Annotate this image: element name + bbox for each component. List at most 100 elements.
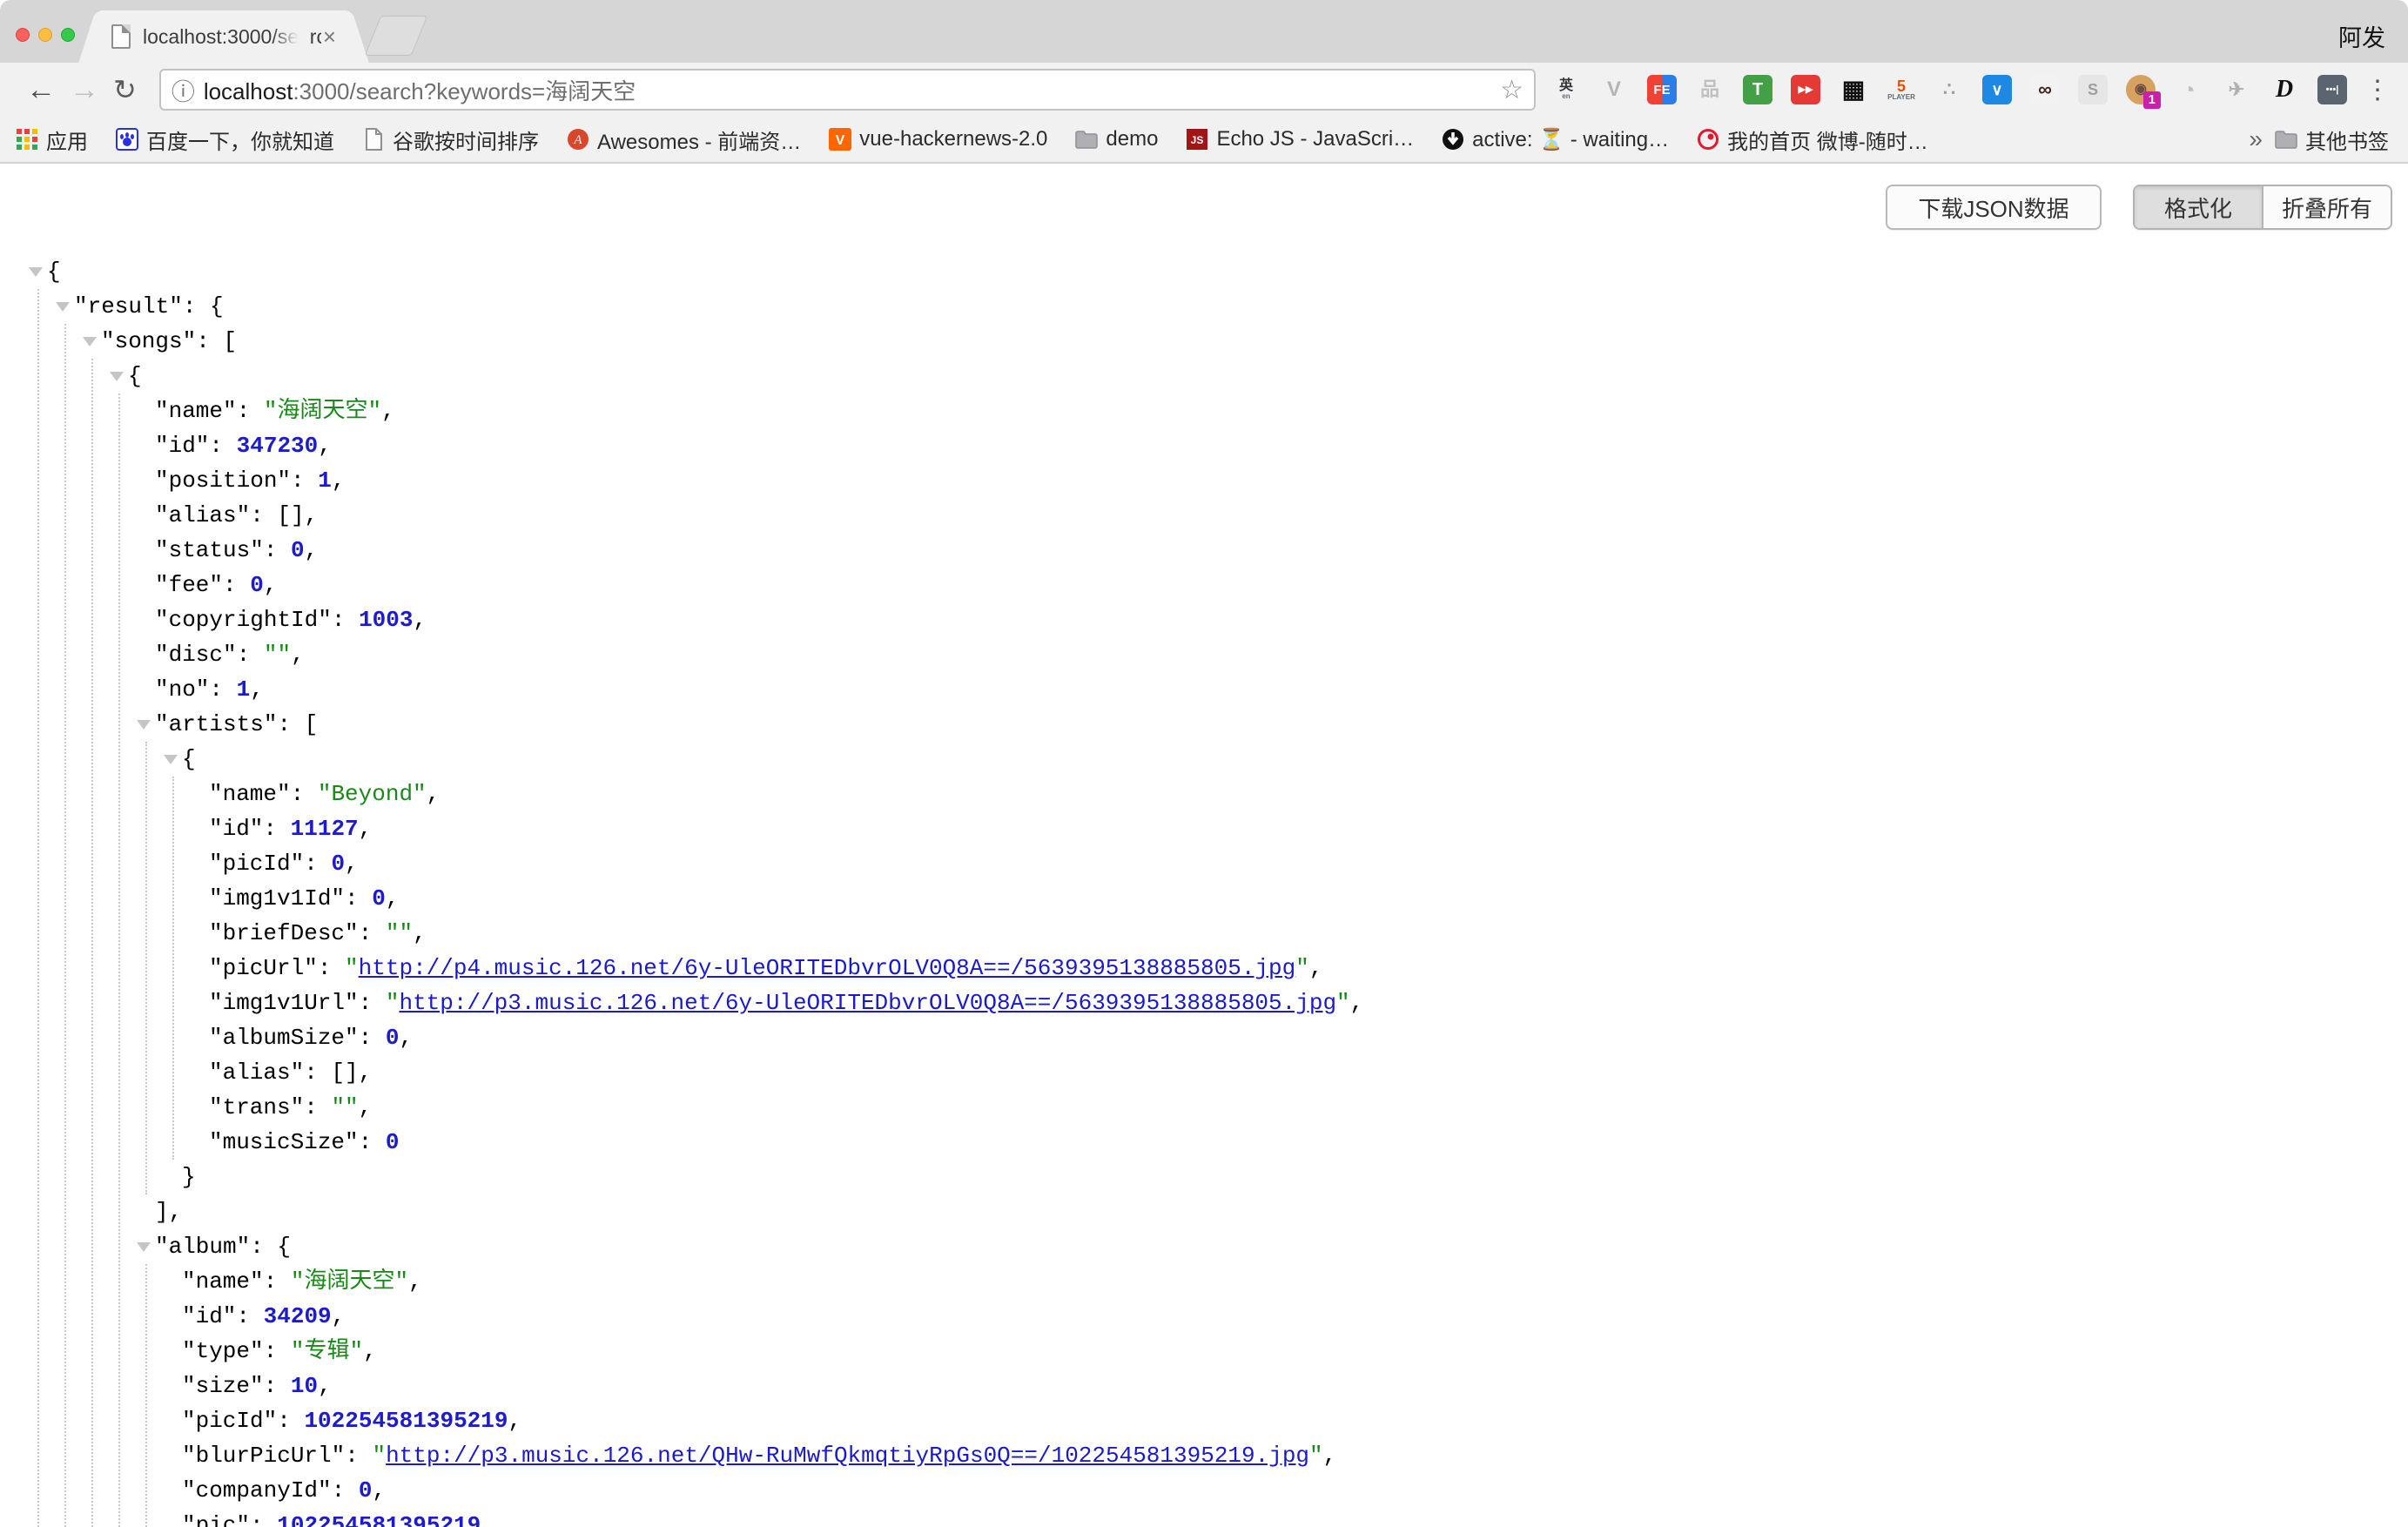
json-token: "name" (182, 1268, 264, 1295)
json-token: , (318, 433, 332, 459)
json-line: "fee": 0, (0, 568, 2408, 602)
close-window-button[interactable] (16, 28, 30, 42)
json-line: } (0, 1160, 2408, 1194)
qr-code-icon[interactable]: ▦ (1839, 75, 1868, 104)
profile-name[interactable]: 阿发 (2338, 19, 2385, 53)
collapse-triangle-icon[interactable] (164, 755, 178, 764)
weibo-icon (1697, 128, 1719, 151)
onepassword-icon[interactable]: •••| (2317, 75, 2347, 104)
bookmark-label: Awesomes - 前端资… (597, 124, 801, 155)
collapse-triangle-icon[interactable] (56, 302, 70, 312)
json-token: ], (155, 1199, 182, 1225)
json-token: "briefDesc" (209, 920, 359, 946)
json-line: "alias": [], (0, 498, 2408, 533)
json-token: , (481, 1512, 494, 1527)
bookmark-item[interactable]: AAwesomes - 前端资… (567, 124, 801, 155)
paw-icon[interactable]: ∴ (1934, 75, 1964, 104)
json-token: , (413, 607, 427, 633)
json-token: : (264, 537, 291, 563)
new-tab-button[interactable] (365, 16, 428, 56)
pocket-icon[interactable]: ∨ (1982, 75, 2012, 104)
s-icon[interactable]: S (2078, 75, 2108, 104)
back-button[interactable]: ← (26, 75, 56, 104)
json-line: "size": 10, (0, 1369, 2408, 1403)
json-token: : [ (196, 328, 237, 354)
weibo-eye-icon[interactable]: ◔ (2174, 75, 2203, 104)
json-line: "status": 0, (0, 533, 2408, 568)
tab-close-icon[interactable]: × (323, 25, 336, 48)
bookmarks-overflow-chevron[interactable]: » (2236, 125, 2275, 153)
json-token: "专辑" (291, 1338, 363, 1364)
bookmark-star-icon[interactable]: ☆ (1500, 75, 1523, 105)
zoom-window-button[interactable] (61, 28, 75, 42)
address-bar[interactable]: ⓘ localhost:3000/search?keywords=海阔天空 ☆ (159, 69, 1536, 111)
bookmark-item[interactable]: demo (1075, 127, 1158, 151)
html5-player-icon[interactable]: 5PLAYER (1887, 75, 1916, 104)
json-line: "result": { (0, 289, 2408, 324)
json-link[interactable]: http://p3.music.126.net/QHw-RuMwfQkmqtiy… (386, 1443, 1309, 1469)
json-token: , (291, 642, 305, 668)
json-token: 1003 (359, 607, 413, 633)
json-line: "alias": [], (0, 1055, 2408, 1090)
json-token: "fee" (155, 572, 223, 598)
json-token: : (250, 1512, 277, 1527)
json-token: 1 (318, 468, 332, 494)
bookmark-item[interactable]: 百度一下，你就知道 (116, 124, 334, 155)
minimize-window-button[interactable] (38, 28, 52, 42)
json-token: : (291, 781, 318, 807)
d-letter-icon[interactable]: D (2270, 75, 2299, 104)
mask-json-icon[interactable]: ∞ (2030, 75, 2060, 104)
json-line: "pic": 102254581395219, (0, 1508, 2408, 1527)
forward-button[interactable]: → (70, 75, 99, 104)
page-info-icon[interactable]: ⓘ (172, 73, 195, 107)
browser-tab[interactable]: localhost:3000/search?keywo × (98, 10, 350, 63)
json-token: , (305, 537, 319, 563)
json-line: "musicSize": 0 (0, 1125, 2408, 1160)
json-token: "alias" (209, 1059, 304, 1086)
collapse-triangle-icon[interactable] (137, 1242, 151, 1252)
json-token: "position" (155, 468, 291, 494)
hummingbird-icon[interactable]: ✈ (2222, 75, 2251, 104)
json-token: "id" (182, 1303, 236, 1329)
bookmark-item[interactable]: 谷歌按时间排序 (362, 124, 539, 155)
json-token: "status" (155, 537, 264, 563)
sitemap-icon-glyph: 品 (1700, 80, 1719, 99)
collapse-triangle-icon[interactable] (137, 720, 151, 730)
collapse-triangle-icon[interactable] (29, 267, 43, 277)
vue-icon-glyph: V (1607, 79, 1621, 100)
json-token: "id" (155, 433, 209, 459)
bookmark-item[interactable]: JSEcho JS - JavaScri… (1186, 127, 1414, 151)
json-token: "name" (209, 781, 291, 807)
fehelper-icon[interactable]: FE (1647, 75, 1677, 104)
reload-button[interactable]: ↻ (113, 76, 137, 104)
bookmark-item[interactable]: active: ⏳ - waiting… (1442, 127, 1669, 152)
json-token: " (1295, 955, 1309, 981)
json-token: "海阔天空" (264, 398, 381, 424)
monkey-icon[interactable]: ◉1 (2126, 75, 2156, 104)
json-link[interactable]: http://p3.music.126.net/6y-UleORITEDbvrO… (399, 990, 1336, 1016)
json-token: "picId" (182, 1408, 277, 1434)
bookmark-item[interactable]: 我的首页 微博-随时… (1697, 124, 1928, 155)
json-token: : (237, 398, 264, 424)
bookmark-label: Echo JS - JavaScri… (1216, 127, 1414, 151)
json-token: : (264, 1268, 291, 1295)
other-bookmarks-folder[interactable]: 其他书签 (2275, 124, 2389, 155)
json-token: " (345, 955, 359, 981)
bookmark-label: 百度一下，你就知道 (146, 124, 334, 155)
bookmark-item[interactable]: Vvue-hackernews-2.0 (829, 127, 1047, 151)
chrome-menu-icon[interactable]: ⋮ (2364, 75, 2391, 105)
qr-code-icon-glyph: ▦ (1842, 77, 1865, 102)
bookmark-label: 我的首页 微博-随时… (1727, 124, 1928, 155)
tampermonkey-shield-icon[interactable]: T (1743, 75, 1772, 104)
sitemap-icon[interactable]: 品 (1695, 75, 1725, 104)
collapse-triangle-icon[interactable] (83, 337, 97, 346)
fast-forward-icon[interactable]: ▶▶ (1791, 75, 1820, 104)
json-line: "type": "专辑", (0, 1334, 2408, 1369)
extension-badge: 1 (2143, 91, 2161, 109)
json-link[interactable]: http://p4.music.126.net/6y-UleORITEDbvrO… (359, 955, 1296, 981)
bookmark-item[interactable]: 应用 (16, 124, 88, 155)
json-token: : (304, 1094, 331, 1120)
vue-icon[interactable]: V (1599, 75, 1629, 104)
collapse-triangle-icon[interactable] (110, 372, 124, 381)
translate-icon[interactable]: 英en (1551, 75, 1581, 104)
